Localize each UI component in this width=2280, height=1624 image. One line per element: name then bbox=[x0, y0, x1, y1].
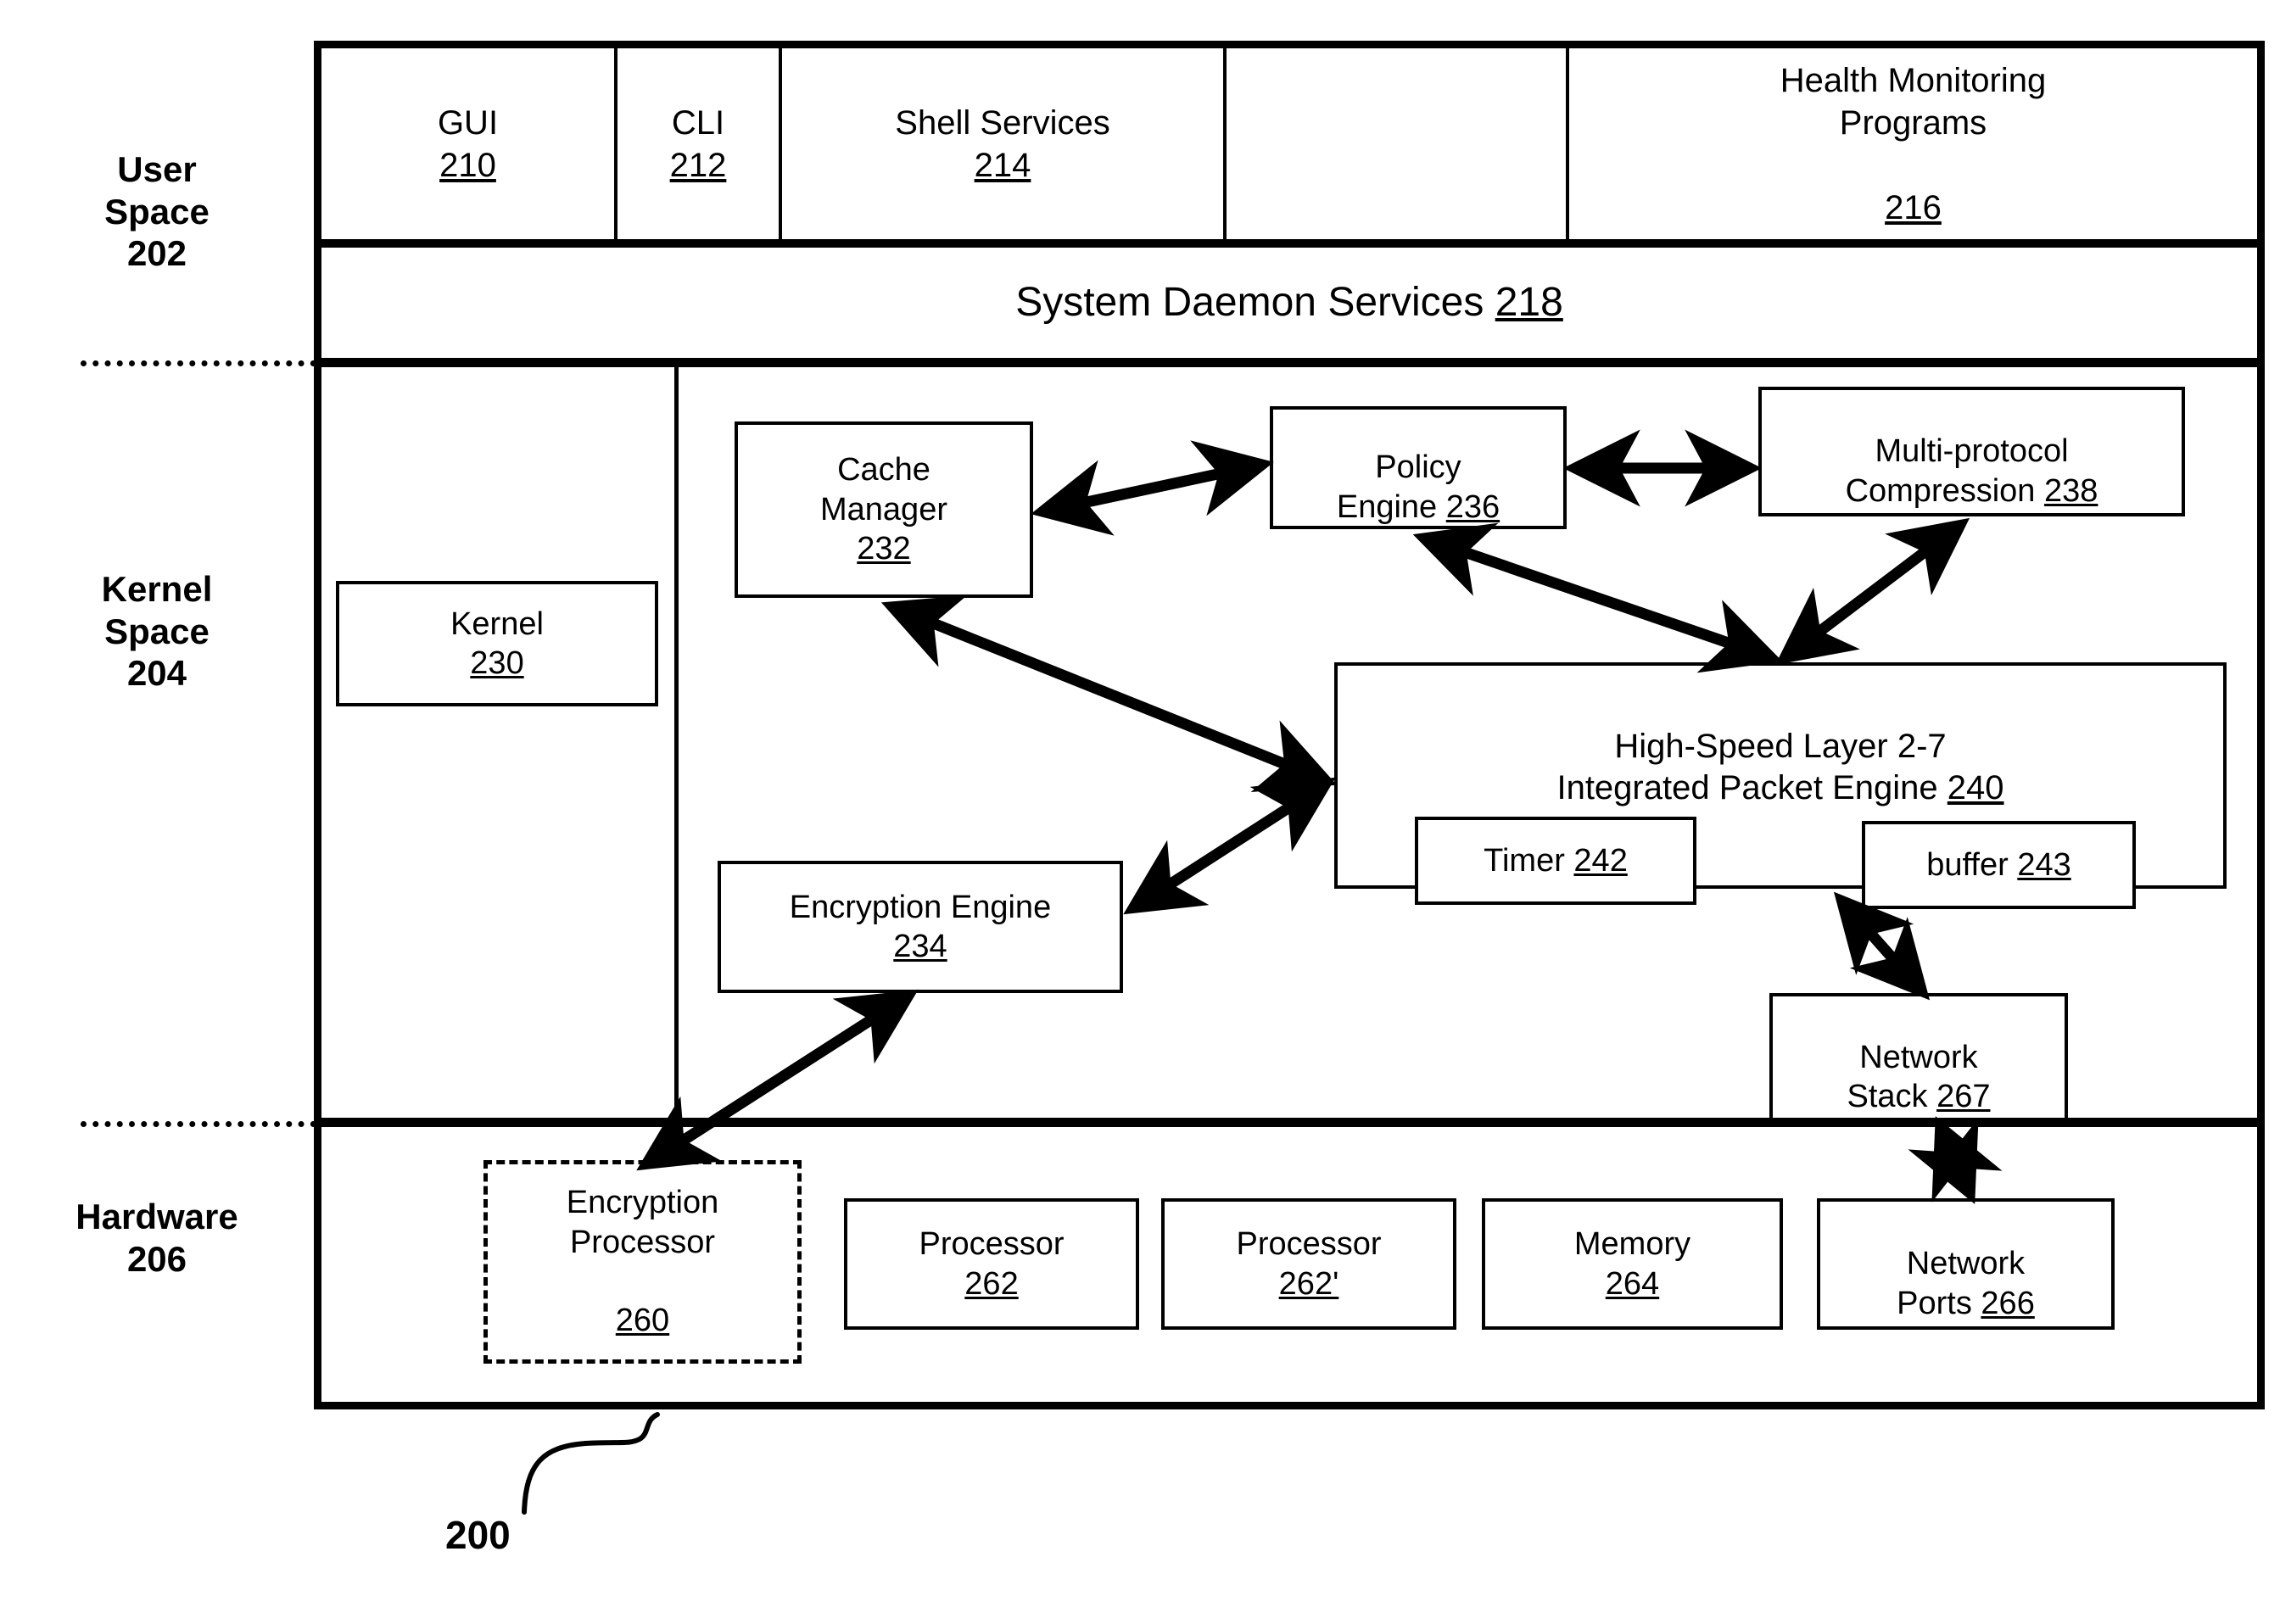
cell-title-health-monitoring: Health Monitoring Programs bbox=[1780, 61, 2047, 142]
box-encryption-engine-234[interactable]: Encryption Engine 234 bbox=[718, 861, 1123, 993]
box-network-stack-267[interactable]: Network Stack 267 bbox=[1769, 993, 2068, 1122]
box-ref-policy-engine: 236 bbox=[1445, 488, 1500, 525]
box-ref-timer: 242 bbox=[1573, 842, 1628, 879]
box-title-processor-262: Processor bbox=[919, 1226, 1065, 1263]
box-encryption-processor-260[interactable]: Encryption Processor 260 bbox=[483, 1160, 802, 1364]
cell-ref-health-monitoring: 216 bbox=[1885, 188, 1942, 226]
cell-ref-shell-services: 214 bbox=[974, 146, 1031, 184]
box-ref-network-stack: 267 bbox=[1936, 1079, 1991, 1115]
box-title-buffer: buffer bbox=[1926, 846, 2009, 883]
box-processor-262-prime[interactable]: Processor 262' bbox=[1161, 1198, 1456, 1330]
box-ref-kernel: 230 bbox=[470, 645, 524, 681]
figure-leader-line bbox=[522, 1412, 660, 1515]
user-space-cell-health-monitoring[interactable]: Health Monitoring Programs 216 bbox=[1569, 48, 2257, 239]
system-daemon-services-title: System Daemon Services bbox=[1015, 280, 1484, 325]
box-title-memory: Memory bbox=[1573, 1226, 1691, 1263]
region-label-hardware: Hardware 206 bbox=[75, 1197, 238, 1279]
system-daemon-services-row[interactable]: System Daemon Services 218 bbox=[321, 248, 2257, 358]
boundary-user-kernel bbox=[314, 358, 2265, 367]
box-ref-network-ports: 266 bbox=[1981, 1285, 2035, 1321]
user-kernel-boundary-extension bbox=[81, 360, 316, 366]
box-policy-engine-236[interactable]: Policy Engine 236 bbox=[1270, 406, 1567, 529]
rule-userspace-top-row-bottom bbox=[321, 239, 2257, 248]
patent-figure-200: User Space 202 Kernel Space 204 Hardware… bbox=[0, 0, 2280, 1624]
box-ref-packet-engine: 240 bbox=[1947, 768, 2004, 806]
region-label-kernel-space: Kernel Space 204 bbox=[101, 569, 213, 694]
box-network-ports-266[interactable]: Network Ports 266 bbox=[1817, 1198, 2115, 1330]
user-space-cell-cli[interactable]: CLI 212 bbox=[618, 48, 779, 239]
cell-ref-cli: 212 bbox=[669, 146, 727, 184]
kernel-space-vertical-divider bbox=[674, 367, 679, 1121]
cell-title-gui: GUI bbox=[437, 103, 499, 142]
system-daemon-services-ref: 218 bbox=[1495, 280, 1563, 325]
box-ref-memory: 264 bbox=[1605, 1265, 1660, 1302]
box-ref-cache-manager: 232 bbox=[857, 531, 911, 567]
box-title-processor-262-prime: Processor bbox=[1236, 1226, 1382, 1263]
user-space-cell-gui[interactable]: GUI 210 bbox=[321, 48, 614, 239]
user-space-cell-empty[interactable] bbox=[1227, 48, 1566, 239]
box-ref-processor-262: 262 bbox=[964, 1265, 1019, 1302]
box-kernel-230[interactable]: Kernel 230 bbox=[336, 581, 658, 706]
box-ref-multi-protocol-compression: 238 bbox=[2044, 472, 2098, 509]
box-title-cache-manager: Cache Manager bbox=[820, 452, 947, 527]
box-cache-manager-232[interactable]: Cache Manager 232 bbox=[735, 421, 1033, 598]
kernel-hardware-boundary-extension bbox=[81, 1121, 316, 1127]
cell-title-cli: CLI bbox=[671, 103, 725, 142]
cell-ref-gui: 210 bbox=[439, 146, 496, 184]
figure-number-200: 200 bbox=[445, 1513, 511, 1557]
box-ref-encryption-processor: 260 bbox=[615, 1303, 670, 1339]
box-title-kernel: Kernel bbox=[450, 606, 544, 642]
network-stack-bottom-edge bbox=[1769, 1119, 2068, 1122]
box-title-timer: Timer bbox=[1484, 842, 1565, 879]
user-space-cell-shell-services[interactable]: Shell Services 214 bbox=[782, 48, 1223, 239]
box-title-packet-engine: High-Speed Layer 2-7 Integrated Packet E… bbox=[1556, 727, 1947, 806]
box-memory-264[interactable]: Memory 264 bbox=[1482, 1198, 1783, 1330]
box-ref-buffer: 243 bbox=[2017, 846, 2071, 883]
box-ref-processor-262-prime: 262' bbox=[1278, 1265, 1339, 1302]
box-buffer-243[interactable]: buffer 243 bbox=[1862, 821, 2136, 909]
box-title-encryption-processor: Encryption Processor bbox=[566, 1185, 719, 1260]
box-title-encryption-engine: Encryption Engine bbox=[789, 889, 1052, 925]
box-processor-262[interactable]: Processor 262 bbox=[844, 1198, 1139, 1330]
box-timer-242[interactable]: Timer 242 bbox=[1415, 817, 1696, 905]
box-ref-encryption-engine: 234 bbox=[893, 929, 947, 964]
box-multi-protocol-compression-238[interactable]: Multi-protocol Compression 238 bbox=[1758, 387, 2185, 516]
cell-title-shell-services: Shell Services bbox=[895, 103, 1110, 142]
region-label-user-space: User Space 202 bbox=[104, 149, 210, 274]
